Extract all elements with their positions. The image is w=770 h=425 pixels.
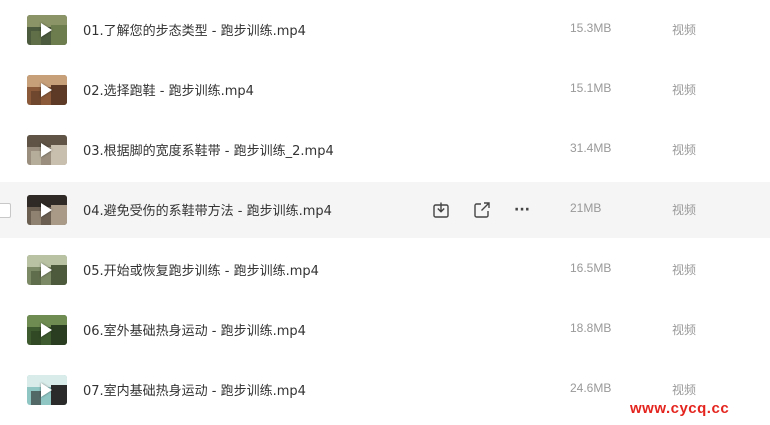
file-name[interactable]: 06.室外基础热身运动 - 跑步训练.mp4	[83, 320, 306, 339]
file-row[interactable]: 02.选择跑鞋 - 跑步训练.mp4 15.1MB 视频	[0, 62, 770, 118]
video-thumbnail-outdoor-run[interactable]	[27, 255, 67, 285]
watermark-text: www.cycq.cc	[630, 400, 730, 417]
file-type: 视频	[672, 83, 697, 97]
play-icon	[41, 203, 52, 217]
play-icon	[41, 263, 52, 277]
play-icon	[41, 383, 52, 397]
file-row[interactable]: 04.避免受伤的系鞋带方法 - 跑步训练.mp4 ··· 21MB 视频	[0, 182, 770, 238]
file-type: 视频	[672, 143, 697, 157]
file-size: 16.5MB	[570, 261, 612, 275]
play-icon	[41, 23, 52, 37]
video-thumbnail-outdoor-warmup[interactable]	[27, 315, 67, 345]
file-row[interactable]: 05.开始或恢复跑步训练 - 跑步训练.mp4 16.5MB 视频	[0, 242, 770, 298]
file-row[interactable]: 06.室外基础热身运动 - 跑步训练.mp4 18.8MB 视频	[0, 302, 770, 358]
file-type: 视频	[672, 263, 697, 277]
play-icon	[41, 83, 52, 97]
video-thumbnail-park-runner[interactable]	[27, 15, 67, 45]
file-size: 15.1MB	[570, 81, 612, 95]
file-size: 31.4MB	[570, 141, 612, 155]
row-checkbox[interactable]	[0, 203, 11, 218]
file-size: 15.3MB	[570, 21, 612, 35]
file-size: 21MB	[570, 201, 602, 215]
share-icon[interactable]	[471, 199, 493, 221]
file-name[interactable]: 01.了解您的步态类型 - 跑步训练.mp4	[83, 20, 306, 39]
file-name[interactable]: 07.室内基础热身运动 - 跑步训练.mp4	[83, 380, 306, 399]
play-icon	[41, 323, 52, 337]
file-size: 18.8MB	[570, 321, 612, 335]
file-row[interactable]: 01.了解您的步态类型 - 跑步训练.mp4 15.3MB 视频	[0, 2, 770, 58]
file-name[interactable]: 03.根据脚的宽度系鞋带 - 跑步训练_2.mp4	[83, 140, 334, 159]
more-icon[interactable]: ···	[511, 199, 533, 221]
file-type: 视频	[672, 323, 697, 337]
file-type: 视频	[672, 23, 697, 37]
file-size: 24.6MB	[570, 381, 612, 395]
video-thumbnail-lacing-shoe[interactable]	[27, 135, 67, 165]
video-thumbnail-shoe-closeup[interactable]	[27, 195, 67, 225]
file-type: 视频	[672, 203, 697, 217]
file-name[interactable]: 02.选择跑鞋 - 跑步训练.mp4	[83, 80, 254, 99]
file-name[interactable]: 04.避免受伤的系鞋带方法 - 跑步训练.mp4	[83, 200, 332, 219]
video-thumbnail-shoe-store[interactable]	[27, 75, 67, 105]
play-icon	[41, 143, 52, 157]
file-row[interactable]: 03.根据脚的宽度系鞋带 - 跑步训练_2.mp4 31.4MB 视频	[0, 122, 770, 178]
video-thumbnail-indoor-warmup[interactable]	[27, 375, 67, 405]
file-type: 视频	[672, 383, 697, 397]
download-icon[interactable]	[430, 199, 452, 221]
file-name[interactable]: 05.开始或恢复跑步训练 - 跑步训练.mp4	[83, 260, 319, 279]
